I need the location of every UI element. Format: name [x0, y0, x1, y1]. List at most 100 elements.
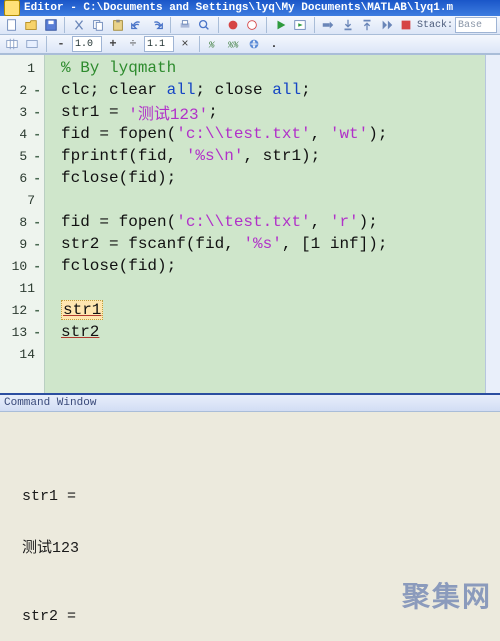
code-line[interactable]: % By lyqmath: [45, 57, 485, 79]
code-token: all: [272, 81, 301, 99]
zoom-div-button[interactable]: ÷: [124, 35, 142, 53]
step-out-button[interactable]: [359, 16, 376, 34]
code-token: str2: [61, 323, 99, 341]
toolbar-separator: [314, 17, 315, 33]
command-window-body[interactable]: str1 =测试123str2 =测试123 fx >>: [0, 412, 500, 641]
code-token: ; close: [195, 81, 272, 99]
save-button[interactable]: [42, 16, 59, 34]
gutter-line[interactable]: 12-: [0, 299, 44, 321]
code-token: 'c:\\test.txt': [176, 213, 310, 231]
gutter-line[interactable]: 7: [0, 189, 44, 211]
command-output-line: [22, 584, 496, 608]
code-line[interactable]: fid = fopen('c:\\test.txt', 'r');: [45, 211, 485, 233]
code-line[interactable]: [45, 277, 485, 299]
zoom-plus-button[interactable]: +: [104, 35, 122, 53]
code-token: fid = fopen(: [61, 125, 176, 143]
line-gutter: 12-3-4-5-6-78-9-10-1112-13-14: [0, 55, 45, 393]
command-output-line: str2 =: [22, 608, 496, 632]
zoom-mult-button[interactable]: ×: [176, 35, 194, 53]
zoom-field-1[interactable]: 1.0: [72, 36, 102, 52]
gutter-line[interactable]: 5-: [0, 145, 44, 167]
code-line[interactable]: fid = fopen('c:\\test.txt', 'wt');: [45, 123, 485, 145]
stack-group: Stack: Base: [417, 17, 497, 33]
editor-window: Editor - C:\Documents and Settings\lyq\M…: [0, 0, 500, 641]
zoom-minus-button[interactable]: -: [52, 35, 70, 53]
command-output-line: [22, 512, 496, 536]
set-breakpoint-button[interactable]: [224, 16, 241, 34]
gutter-line[interactable]: 3-: [0, 101, 44, 123]
gutter-line[interactable]: 13-: [0, 321, 44, 343]
code-token: % By lyqmath: [61, 59, 176, 77]
open-file-button[interactable]: [22, 16, 39, 34]
code-token: fid = fopen(: [61, 213, 176, 231]
gutter-line[interactable]: 14: [0, 343, 44, 365]
editor-titlebar[interactable]: Editor - C:\Documents and Settings\lyq\M…: [0, 0, 500, 16]
code-editor[interactable]: 12-3-4-5-6-78-9-10-1112-13-14 % By lyqma…: [0, 54, 500, 393]
copy-button[interactable]: [90, 16, 107, 34]
publish-button[interactable]: .: [265, 35, 283, 53]
gutter-line[interactable]: 8-: [0, 211, 44, 233]
function-browser-button[interactable]: [245, 35, 263, 53]
code-token: str1: [61, 300, 103, 320]
redo-button[interactable]: [148, 16, 165, 34]
insert-cell-button[interactable]: [3, 35, 21, 53]
code-token: str2 = fscanf(fid,: [61, 235, 243, 253]
code-line[interactable]: str1 = '测试123';: [45, 101, 485, 123]
file-icon: [4, 0, 20, 16]
code-line[interactable]: [45, 343, 485, 365]
gutter-line[interactable]: 11: [0, 277, 44, 299]
continue-button[interactable]: [378, 16, 395, 34]
code-token: '测试123': [128, 100, 208, 124]
command-output-line: 测试123: [22, 536, 496, 560]
code-token: '%s\n': [186, 147, 244, 165]
gutter-line[interactable]: 2-: [0, 79, 44, 101]
code-line[interactable]: str1: [45, 299, 485, 321]
code-token: );: [359, 213, 378, 231]
code-line[interactable]: fclose(fid);: [45, 167, 485, 189]
command-output-line: str1 =: [22, 488, 496, 512]
run-button[interactable]: [272, 16, 289, 34]
paste-button[interactable]: [109, 16, 126, 34]
zoom-field-2[interactable]: 1.1: [144, 36, 174, 52]
command-window-title[interactable]: Command Window: [0, 395, 500, 412]
step-in-button[interactable]: [339, 16, 356, 34]
command-output: str1 =测试123str2 =测试123: [22, 464, 496, 641]
gutter-line[interactable]: 9-: [0, 233, 44, 255]
step-button[interactable]: [320, 16, 337, 34]
command-output-line: [22, 560, 496, 584]
code-token: all: [167, 81, 196, 99]
function-hint2-button[interactable]: %%: [225, 35, 243, 53]
find-button[interactable]: [196, 16, 213, 34]
gutter-line[interactable]: 1: [0, 57, 44, 79]
code-line[interactable]: str2 = fscanf(fid, '%s', [1 inf]);: [45, 233, 485, 255]
editor-scrollbar[interactable]: [485, 55, 500, 393]
exit-debug-button[interactable]: [397, 16, 414, 34]
stack-dropdown[interactable]: Base: [455, 17, 497, 33]
undo-button[interactable]: [129, 16, 146, 34]
print-button[interactable]: [176, 16, 193, 34]
eval-cell-button[interactable]: [23, 35, 41, 53]
code-line[interactable]: fprintf(fid, '%s\n', str1);: [45, 145, 485, 167]
code-line[interactable]: str2: [45, 321, 485, 343]
clear-breakpoints-button[interactable]: [244, 16, 261, 34]
run-section-button[interactable]: [291, 16, 308, 34]
function-hint-button[interactable]: %: [205, 35, 223, 53]
gutter-line[interactable]: 4-: [0, 123, 44, 145]
code-area[interactable]: % By lyqmathclc; clear all; close all;st…: [45, 55, 485, 393]
code-token: , str1);: [243, 147, 320, 165]
command-output-line: [22, 632, 496, 641]
new-file-button[interactable]: [3, 16, 20, 34]
code-line[interactable]: [45, 189, 485, 211]
code-token: ,: [311, 213, 330, 231]
cut-button[interactable]: [70, 16, 87, 34]
svg-text:%%: %%: [227, 41, 239, 51]
gutter-line[interactable]: 6-: [0, 167, 44, 189]
stack-label: Stack:: [417, 20, 453, 31]
code-token: ;: [208, 103, 218, 121]
code-line[interactable]: clc; clear all; close all;: [45, 79, 485, 101]
code-line[interactable]: fclose(fid);: [45, 255, 485, 277]
toolbar-separator: [218, 17, 219, 33]
gutter-line[interactable]: 10-: [0, 255, 44, 277]
code-token: '%s': [243, 235, 281, 253]
svg-text:%: %: [208, 40, 216, 51]
